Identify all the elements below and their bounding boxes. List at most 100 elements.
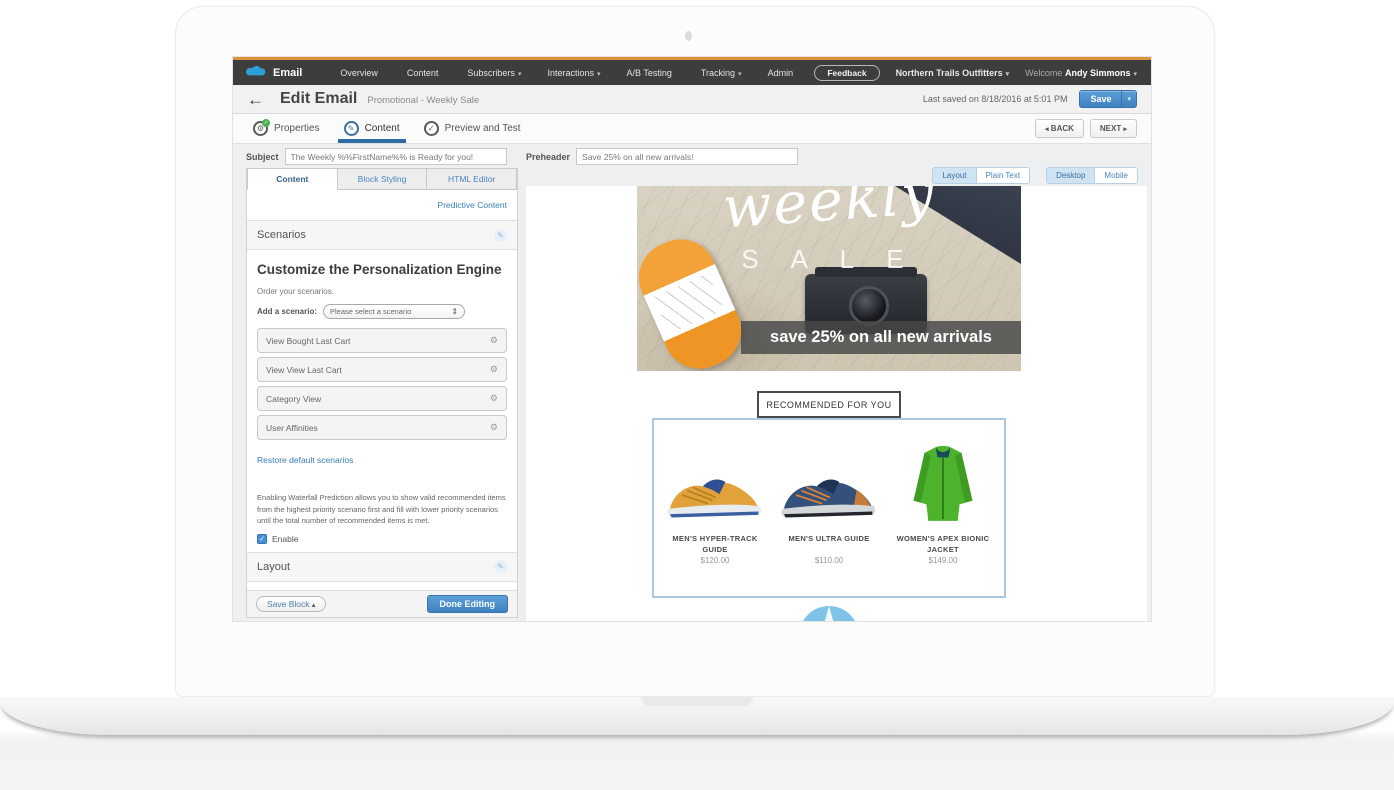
tab-content[interactable]: ✎ Content <box>340 114 404 143</box>
caret-left-icon: ◂ <box>1045 126 1049 133</box>
product-image-shoe-yellow <box>659 436 771 528</box>
toggle-plain-text[interactable]: Plain Text <box>976 168 1030 183</box>
product-card[interactable]: WOMEN'S APEX BIONIC JACKET $149.00 <box>887 436 999 596</box>
layout-section-header[interactable]: Layout ✎ <box>247 552 517 582</box>
nav-item-interactions[interactable]: Interactions▾ <box>547 68 600 78</box>
product-card[interactable]: MEN'S HYPER-TRACK GUIDE $120.00 <box>659 436 771 596</box>
app-window: Email Overview Content Subscribers▾ Inte… <box>233 57 1151 621</box>
email-preview-canvas: weekly S A L E save 25% on all new arriv… <box>526 186 1147 621</box>
add-scenario-label: Add a scenario: <box>257 307 317 316</box>
scenario-item-user-affinities[interactable]: User Affinities ⚙ <box>257 415 507 440</box>
account-menu[interactable]: Northern Trails Outfitters▾ <box>896 68 1010 78</box>
nav-item-overview[interactable]: Overview <box>340 68 381 78</box>
scenarios-body: Customize the Personalization Engine Ord… <box>247 250 517 544</box>
brand-sun-logo-icon <box>797 604 861 621</box>
laptop-frame: Email Overview Content Subscribers▾ Inte… <box>175 6 1215 697</box>
scenario-item-view-bought-last-cart[interactable]: View Bought Last Cart ⚙ <box>257 328 507 353</box>
top-navbar: Email Overview Content Subscribers▾ Inte… <box>233 60 1151 85</box>
predictive-content-row: Predictive Content <box>247 190 517 220</box>
scenario-select[interactable]: Please select a scenario ⇕ <box>323 304 465 319</box>
toggle-layout[interactable]: Layout <box>933 168 975 183</box>
product-price: $149.00 <box>887 556 999 565</box>
back-button[interactable]: ◂ BACK <box>1035 119 1084 138</box>
preheader-row: Preheader <box>526 148 798 165</box>
preheader-label: Preheader <box>526 152 570 162</box>
page-header: ← Edit Email Promotional - Weekly Sale L… <box>233 85 1151 114</box>
enable-checkbox[interactable]: ✓ <box>257 534 267 544</box>
recommended-products-block[interactable]: MEN'S HYPER-TRACK GUIDE $120.00 <box>652 418 1006 598</box>
recommended-for-you-label: RECOMMENDED FOR YOU <box>757 391 901 418</box>
wizard-steps: ⚙✓ Properties ✎ Content ✓ Preview and Te… <box>233 114 1151 144</box>
tab-html-editor[interactable]: HTML Editor <box>427 168 517 190</box>
email-body[interactable]: weekly S A L E save 25% on all new arriv… <box>637 186 1021 621</box>
laptop-base <box>0 697 1394 735</box>
last-saved-text: Last saved on 8/18/2016 at 5:01 PM <box>923 94 1068 104</box>
editor-footer: Save Block ▴ Done Editing <box>247 590 517 617</box>
wizard-nav-buttons: ◂ BACK NEXT ▸ <box>1035 119 1151 138</box>
caret-up-icon: ▴ <box>312 602 316 609</box>
nav-item-subscribers[interactable]: Subscribers▾ <box>467 68 521 78</box>
app-title: Email <box>273 67 302 79</box>
scenario-item-view-view-last-cart[interactable]: View View Last Cart ⚙ <box>257 357 507 382</box>
hero-banner-text: save 25% on all new arrivals <box>741 321 1021 354</box>
hero-image: weekly S A L E save 25% on all new arriv… <box>637 186 1021 371</box>
gear-icon[interactable]: ⚙ <box>490 422 498 433</box>
toggle-desktop[interactable]: Desktop <box>1047 168 1094 183</box>
nav-item-admin[interactable]: Admin <box>768 68 797 78</box>
preheader-input[interactable] <box>576 148 798 165</box>
product-card[interactable]: MEN'S ULTRA GUIDE $110.00 <box>773 436 885 596</box>
product-image-shoe-navy <box>773 436 885 528</box>
tab-properties[interactable]: ⚙✓ Properties <box>249 114 324 143</box>
waterfall-description: Enabling Waterfall Prediction allows you… <box>257 492 509 527</box>
product-name: MEN'S HYPER-TRACK GUIDE <box>659 534 771 556</box>
salesforce-cloud-icon <box>245 65 267 80</box>
feedback-button[interactable]: Feedback <box>814 65 879 81</box>
caret-right-icon: ▸ <box>1123 126 1127 133</box>
gear-icon[interactable]: ⚙ <box>490 335 498 346</box>
product-image-jacket-green <box>887 436 999 528</box>
scenarios-section-header[interactable]: Scenarios ✎ <box>247 220 517 250</box>
select-arrows-icon: ⇕ <box>451 307 458 316</box>
gear-icon[interactable]: ⚙ <box>490 393 498 404</box>
subject-input[interactable] <box>285 148 507 165</box>
done-editing-button[interactable]: Done Editing <box>427 595 509 613</box>
personalization-heading: Customize the Personalization Engine <box>257 262 507 277</box>
subject-label: Subject <box>246 152 279 162</box>
email-name: Promotional - Weekly Sale <box>367 95 479 106</box>
nav-item-tracking[interactable]: Tracking▾ <box>701 68 742 78</box>
next-button[interactable]: NEXT ▸ <box>1090 119 1137 138</box>
chevron-down-icon: ▾ <box>518 71 522 78</box>
edit-icon[interactable]: ✎ <box>494 229 507 242</box>
save-button[interactable]: Save ▾ <box>1079 90 1137 108</box>
nav-item-content[interactable]: Content <box>407 68 442 78</box>
laptop-base-notch <box>641 697 753 706</box>
product-name: WOMEN'S APEX BIONIC JACKET <box>887 534 999 556</box>
toggle-mobile[interactable]: Mobile <box>1094 168 1137 183</box>
product-price: $110.00 <box>773 556 885 565</box>
order-hint: Order your scenarios. <box>257 287 507 296</box>
nav-item-ab-testing[interactable]: A/B Testing <box>627 68 675 78</box>
gear-icon[interactable]: ⚙ <box>490 364 498 375</box>
save-block-button[interactable]: Save Block ▴ <box>256 596 326 612</box>
edit-icon[interactable]: ✎ <box>494 560 507 573</box>
restore-defaults-link[interactable]: Restore default scenarios <box>257 455 353 465</box>
webcam-dot <box>685 31 692 41</box>
product-price: $120.00 <box>659 556 771 565</box>
preview-toggles: Layout Plain Text Desktop Mobile <box>932 167 1138 184</box>
editor-tabs: Content Block Styling HTML Editor <box>247 168 517 190</box>
add-scenario-row: Add a scenario: Please select a scenario… <box>257 304 507 319</box>
user-menu[interactable]: Welcome Andy Simmons▾ <box>1025 68 1137 78</box>
check-badge-icon: ✓ <box>262 119 270 127</box>
content-editor-panel: Content Block Styling HTML Editor Predic… <box>246 168 518 618</box>
back-arrow-icon[interactable]: ← <box>247 91 264 108</box>
tab-preview-and-test[interactable]: ✓ Preview and Test <box>420 114 525 143</box>
predictive-content-link[interactable]: Predictive Content <box>438 200 507 210</box>
scenario-item-category-view[interactable]: Category View ⚙ <box>257 386 507 411</box>
nav-menu: Overview Content Subscribers▾ Interactio… <box>340 68 796 78</box>
view-toggle-group: Layout Plain Text <box>932 167 1030 184</box>
tab-editor-content[interactable]: Content <box>247 168 338 190</box>
product-name: MEN'S ULTRA GUIDE <box>773 534 885 556</box>
tab-block-styling[interactable]: Block Styling <box>338 168 428 190</box>
app-brand[interactable]: Email <box>233 65 312 80</box>
save-dropdown-caret[interactable]: ▾ <box>1121 91 1136 107</box>
